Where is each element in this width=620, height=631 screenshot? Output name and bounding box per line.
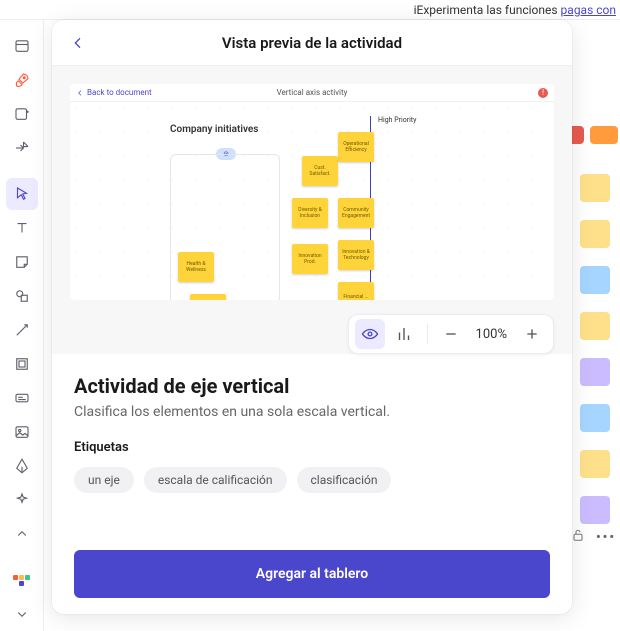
zoom-in-button[interactable] bbox=[517, 319, 547, 349]
sticky-note[interactable]: Health & Wellness bbox=[178, 252, 214, 282]
zoom-level[interactable]: 100% bbox=[470, 327, 513, 342]
bg-chip bbox=[580, 496, 610, 524]
promo-banner-text: iExperimenta las funciones bbox=[414, 3, 561, 17]
modal-header: Vista previa de la actividad bbox=[52, 20, 572, 66]
shapes-icon[interactable] bbox=[6, 280, 38, 312]
left-toolbar bbox=[0, 20, 44, 631]
activity-description: Clasifica los elementos en una sola esca… bbox=[74, 404, 550, 420]
tags-row: un eje escala de calificación clasificació… bbox=[74, 467, 550, 493]
sticky-note[interactable]: Financial ... bbox=[338, 282, 374, 300]
preview-toolbar-title: Vertical axis activity bbox=[70, 88, 554, 97]
sparkle-icon[interactable] bbox=[6, 484, 38, 516]
sticky-note[interactable]: Community Engagement bbox=[338, 198, 374, 228]
preview-toolbar: Back to document Vertical axis activity … bbox=[70, 84, 554, 102]
divider bbox=[427, 324, 428, 344]
activity-title: Actividad de eje vertical bbox=[74, 374, 550, 398]
tag-chip[interactable]: clasificación bbox=[297, 467, 392, 493]
lock-icon[interactable] bbox=[570, 527, 586, 547]
cursor-icon[interactable] bbox=[6, 178, 38, 210]
chevron-up-icon[interactable] bbox=[6, 518, 38, 550]
import-icon[interactable] bbox=[6, 132, 38, 164]
card-icon[interactable] bbox=[6, 382, 38, 414]
axis-label: High Priority bbox=[378, 116, 416, 124]
tags-heading: Etiquetas bbox=[74, 440, 550, 455]
more-icon[interactable]: ••• bbox=[596, 530, 616, 545]
preview-board: High Priority Company initiatives ⊛ Heal… bbox=[70, 102, 554, 300]
preview-area: Back to document Vertical axis activity … bbox=[52, 66, 572, 354]
layout-icon[interactable] bbox=[6, 30, 38, 62]
bg-chip bbox=[580, 404, 610, 432]
rocket-icon[interactable] bbox=[6, 64, 38, 96]
bg-pill bbox=[590, 126, 618, 144]
text-icon[interactable] bbox=[6, 212, 38, 244]
promo-banner-link[interactable]: pagas con bbox=[561, 3, 616, 17]
deck-title: Company initiatives bbox=[170, 124, 258, 135]
activity-preview-modal: Vista previa de la actividad Back to doc… bbox=[52, 20, 572, 614]
frame-icon[interactable] bbox=[6, 348, 38, 380]
sticky-note[interactable]: Employee ... bbox=[190, 294, 226, 300]
preview-canvas[interactable]: Back to document Vertical axis activity … bbox=[70, 84, 554, 300]
connector-icon[interactable] bbox=[6, 314, 38, 346]
bg-chip bbox=[580, 312, 610, 340]
sticky-note[interactable]: Diversity & Inclusion bbox=[292, 198, 328, 228]
tag-chip[interactable]: un eje bbox=[74, 467, 134, 493]
collapse-icon[interactable] bbox=[6, 598, 38, 630]
back-button[interactable] bbox=[66, 31, 90, 55]
bg-chip bbox=[580, 266, 610, 294]
pen-icon[interactable] bbox=[6, 450, 38, 482]
add-to-board-button[interactable]: Agregar al tablero bbox=[74, 550, 550, 598]
sticky-note[interactable]: Operational Efficiency bbox=[338, 132, 374, 162]
results-icon[interactable] bbox=[389, 319, 419, 349]
visibility-toggle[interactable] bbox=[355, 319, 385, 349]
bg-chip bbox=[580, 220, 610, 248]
sticky-note[interactable]: Innovation & Technology bbox=[338, 240, 374, 270]
modal-title: Vista previa de la actividad bbox=[222, 34, 402, 52]
notification-dot-icon[interactable]: ! bbox=[538, 88, 548, 98]
promo-banner: iExperimenta las funciones pagas con bbox=[0, 0, 620, 20]
zoom-controls: 100% bbox=[348, 314, 554, 354]
zoom-out-button[interactable] bbox=[436, 319, 466, 349]
add-panel-icon[interactable] bbox=[6, 98, 38, 130]
sticky-note[interactable]: Innovation Prod. bbox=[292, 244, 328, 274]
apps-icon[interactable] bbox=[6, 564, 38, 596]
bg-chip bbox=[580, 450, 610, 478]
image-icon[interactable] bbox=[6, 416, 38, 448]
bg-chip bbox=[580, 174, 610, 202]
info-section: Actividad de eje vertical Clasifica los … bbox=[52, 354, 572, 614]
bg-chip bbox=[580, 358, 610, 386]
sticky-icon[interactable] bbox=[6, 246, 38, 278]
sticky-note[interactable]: Cust. Satisfact. bbox=[302, 156, 338, 186]
tag-chip[interactable]: escala de calificación bbox=[144, 467, 287, 493]
